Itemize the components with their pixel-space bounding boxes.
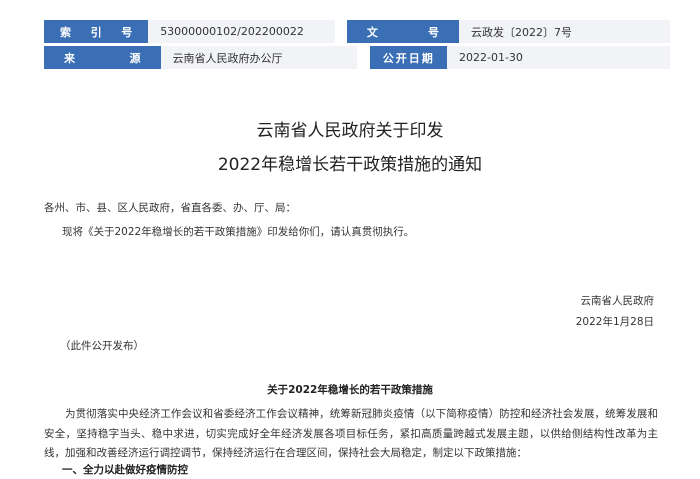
document-meta-table: 索 引 号 53000000102/202200022 文 号 云政发〔2022…: [44, 20, 670, 72]
index-number-value: 53000000102/202200022: [148, 20, 335, 43]
index-number-label: 索 引 号: [44, 20, 149, 43]
publish-date-label: 公开日期: [370, 46, 447, 69]
meta-row-2: 来 源 云南省人民政府办公厅 公开日期 2022-01-30: [44, 46, 670, 69]
doc-number-label: 文 号: [346, 20, 460, 43]
source-value: 云南省人民政府办公厅: [160, 46, 358, 69]
doc-number-value: 云政发〔2022〕7号: [459, 20, 670, 43]
notice-text: 现将《关于2022年稳增长的若干政策措施》印发给你们，请认真贯彻执行。: [62, 226, 415, 238]
source-label: 来 源: [44, 46, 161, 69]
release-note: （此件公开发布）: [60, 340, 144, 352]
signature-date: 2022年1月28日: [575, 316, 654, 328]
document-title-line-2: 2022年稳增长若干政策措施的通知: [217, 155, 483, 175]
document-title-line-1: 云南省人民政府关于印发: [256, 121, 444, 141]
signature-organization: 云南省人民政府: [580, 295, 655, 307]
intro-paragraph: 为贯彻落实中央经济工作会议和省委经济工作会议精神，统筹新冠肺炎疫情（以下简称疫情…: [44, 408, 658, 459]
publish-date-value: 2022-01-30: [447, 46, 670, 69]
salutation: 各州、市、县、区人民政府，省直各委、办、厅、局：: [44, 202, 296, 214]
measures-title: 关于2022年稳增长的若干政策措施: [267, 384, 433, 396]
section-1-heading: 一、全力以赴做好疫情防控: [62, 464, 188, 476]
meta-row-1: 索 引 号 53000000102/202200022 文 号 云政发〔2022…: [44, 20, 670, 43]
